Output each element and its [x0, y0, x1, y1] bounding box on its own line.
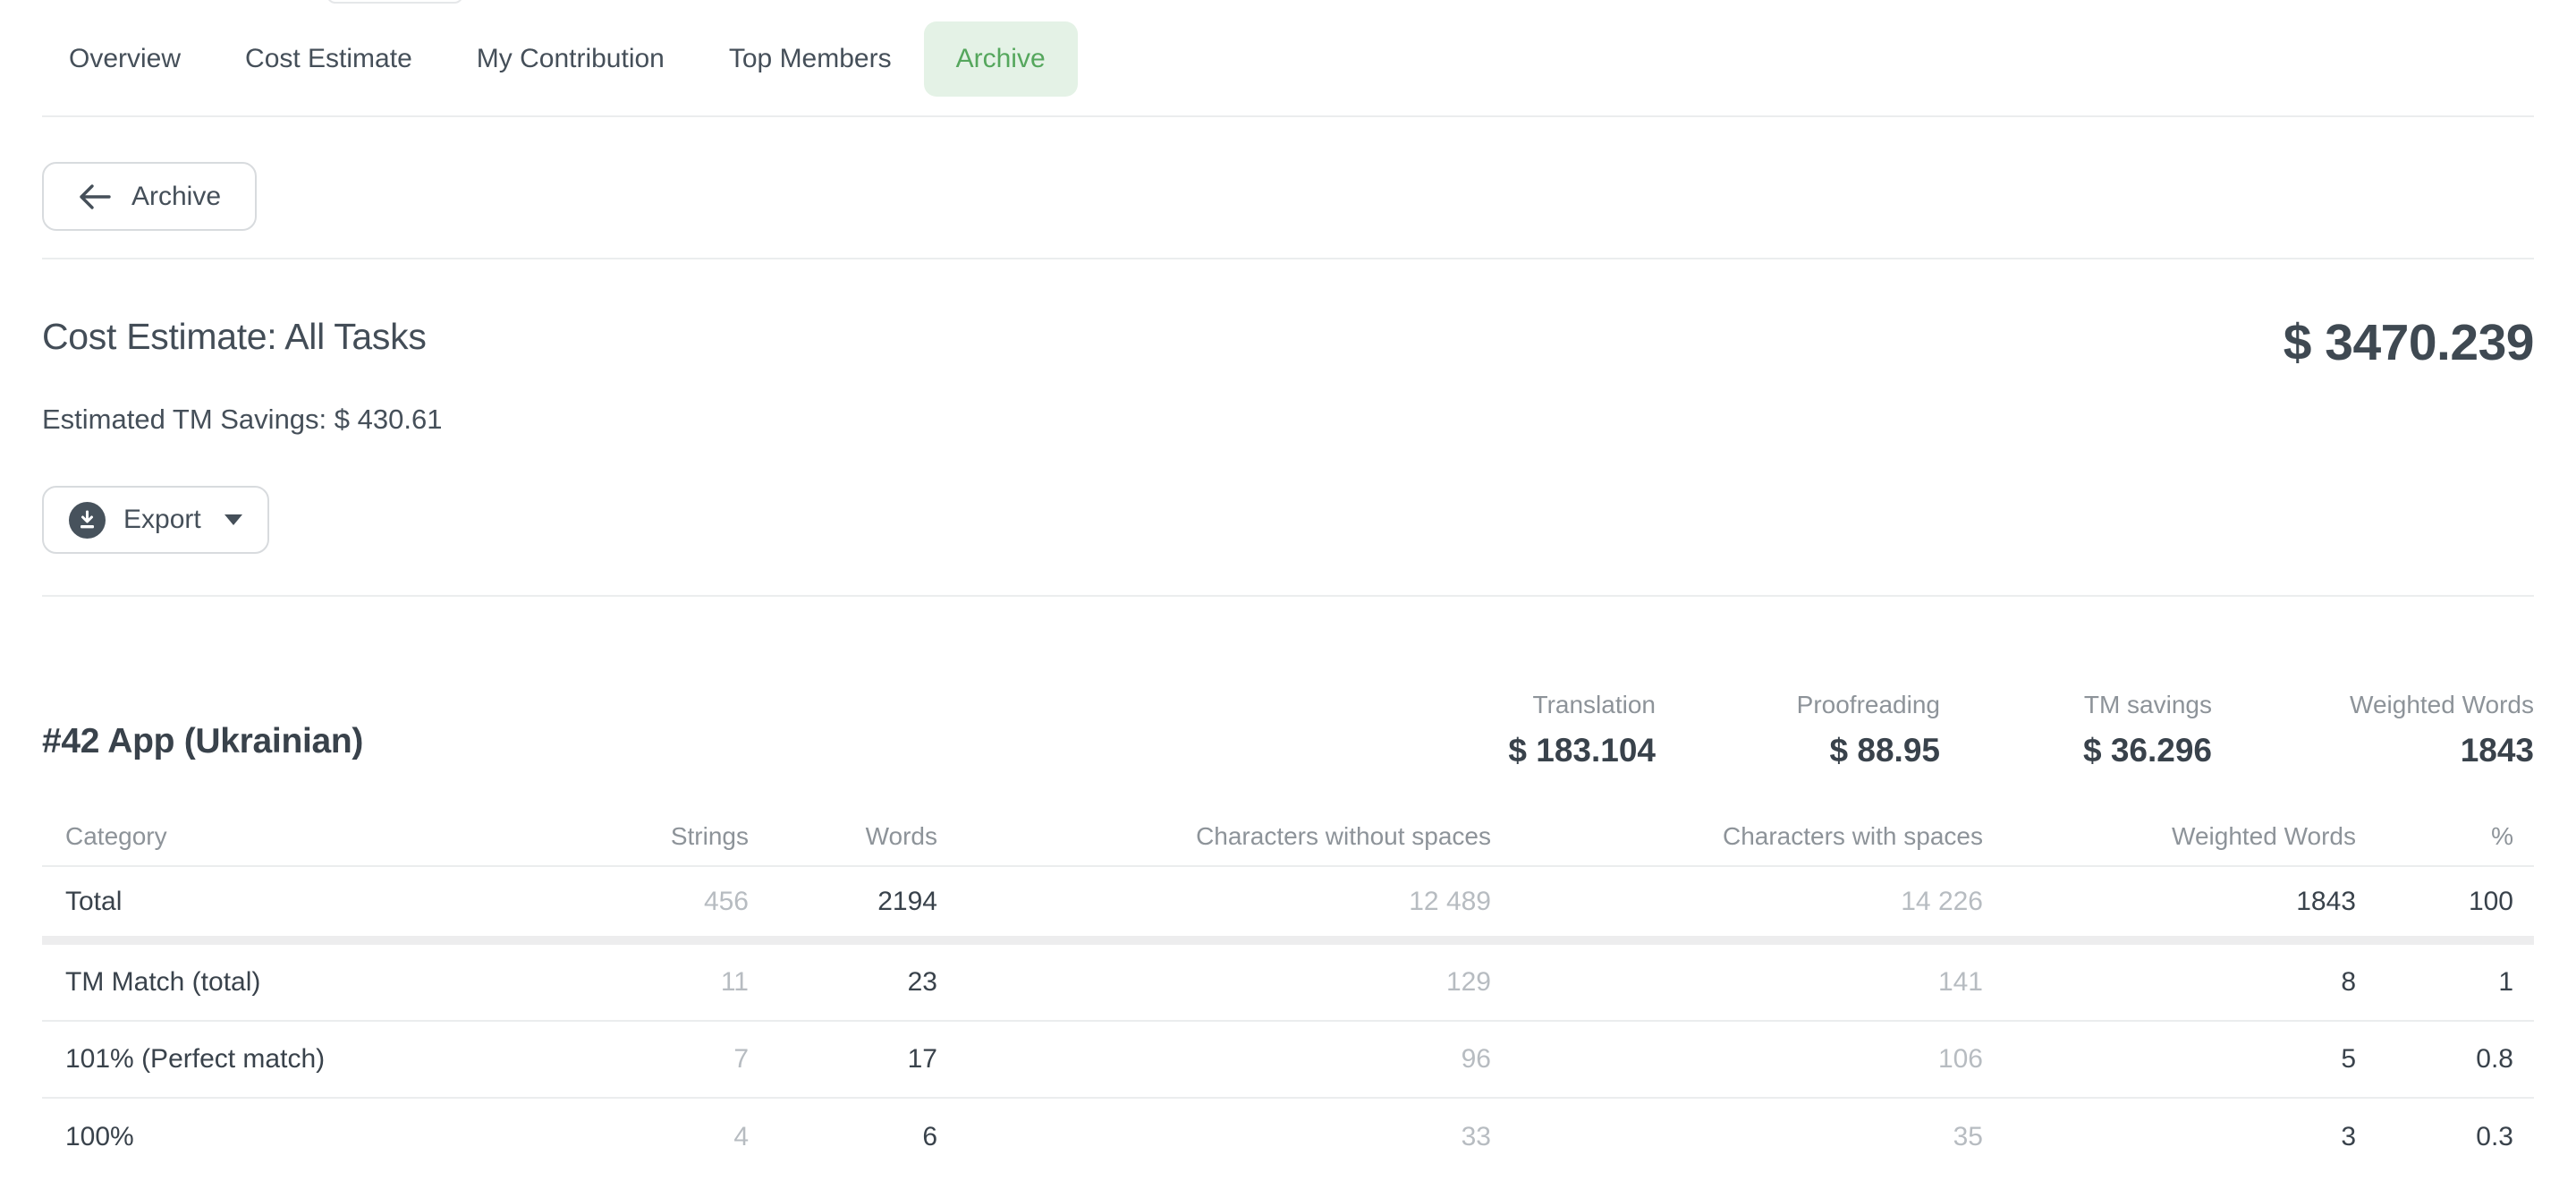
cell-weighted-words: 5 — [1983, 1044, 2356, 1075]
table-row: Total 456 2194 12 489 14 226 1843 100 — [42, 867, 2534, 945]
report-title: #42 App (Ukrainian) — [42, 722, 363, 761]
report-header: #42 App (Ukrainian) Translation $ 183.10… — [42, 690, 2534, 770]
cell-category: 100% — [65, 1122, 486, 1152]
cell-category: TM Match (total) — [65, 967, 486, 998]
column-header-words: Words — [749, 822, 937, 851]
stat-value: $ 36.296 — [1940, 731, 2212, 770]
export-row: Export — [42, 486, 2534, 595]
tab-archive[interactable]: Archive — [924, 21, 1078, 97]
column-header-percent: % — [2356, 822, 2513, 851]
page-content: Archive Cost Estimate: All Tasks $ 3470.… — [0, 117, 2576, 1176]
stat-label: Proofreading — [1656, 690, 1940, 720]
stat-translation: Translation $ 183.104 — [1369, 690, 1656, 770]
cell-weighted-words: 1843 — [1983, 887, 2356, 917]
report-stats: Translation $ 183.104 Proofreading $ 88.… — [1369, 690, 2534, 770]
cell-words: 17 — [749, 1044, 937, 1075]
column-header-chars-without-spaces: Characters without spaces — [937, 822, 1491, 851]
archive-back-label: Archive — [131, 182, 221, 212]
chevron-down-icon — [225, 514, 242, 525]
cell-chars-with-spaces: 35 — [1491, 1122, 1983, 1152]
cell-weighted-words: 8 — [1983, 967, 2356, 998]
cell-words: 2194 — [749, 887, 937, 917]
download-circle-icon — [69, 502, 106, 539]
cell-category: Total — [65, 887, 486, 917]
stat-value: $ 88.95 — [1656, 731, 1940, 770]
cell-chars-without-spaces: 33 — [937, 1122, 1491, 1152]
cell-chars-with-spaces: 106 — [1491, 1044, 1983, 1075]
cell-weighted-words: 3 — [1983, 1122, 2356, 1152]
stat-tm-savings: TM savings $ 36.296 — [1940, 690, 2212, 770]
cell-chars-without-spaces: 96 — [937, 1044, 1491, 1075]
summary-header: Cost Estimate: All Tasks $ 3470.239 — [42, 315, 2534, 369]
arrow-left-icon — [78, 183, 112, 210]
stat-weighted-words: Weighted Words 1843 — [2212, 690, 2534, 770]
cell-chars-with-spaces: 14 226 — [1491, 887, 1983, 917]
archive-back-button[interactable]: Archive — [42, 162, 257, 231]
stat-label: TM savings — [1940, 690, 2212, 720]
table-row: 100% 4 6 33 35 3 0.3 — [42, 1099, 2534, 1176]
export-button[interactable]: Export — [42, 486, 269, 554]
column-header-strings: Strings — [486, 822, 749, 851]
table-row: 101% (Perfect match) 7 17 96 106 5 0.8 — [42, 1022, 2534, 1099]
cell-strings: 4 — [486, 1122, 749, 1152]
cell-chars-with-spaces: 141 — [1491, 967, 1983, 998]
cell-chars-without-spaces: 12 489 — [937, 887, 1491, 917]
page-title: Cost Estimate: All Tasks — [42, 315, 427, 358]
table-header-row: Category Strings Words Characters withou… — [42, 808, 2534, 867]
cost-estimate-page: Overview Cost Estimate My Contribution T… — [0, 0, 2576, 1181]
tab-cost-estimate[interactable]: Cost Estimate — [213, 21, 445, 97]
stat-value: 1843 — [2212, 731, 2534, 770]
cell-chars-without-spaces: 129 — [937, 967, 1491, 998]
stat-label: Translation — [1369, 690, 1656, 720]
tm-savings-line: Estimated TM Savings: $ 430.61 — [42, 404, 2534, 436]
cell-percent: 100 — [2356, 887, 2513, 917]
export-label: Export — [123, 505, 201, 535]
cell-percent: 0.3 — [2356, 1122, 2513, 1152]
column-header-chars-with-spaces: Characters with spaces — [1491, 822, 1983, 851]
total-price: $ 3470.239 — [2284, 317, 2534, 369]
cell-percent: 1 — [2356, 967, 2513, 998]
tab-my-contribution[interactable]: My Contribution — [445, 21, 697, 97]
cost-table: Category Strings Words Characters withou… — [42, 808, 2534, 1176]
tab-overview[interactable]: Overview — [37, 21, 213, 97]
stat-label: Weighted Words — [2212, 690, 2534, 720]
column-header-category: Category — [65, 822, 486, 851]
cell-category: 101% (Perfect match) — [65, 1044, 486, 1075]
table-row: TM Match (total) 11 23 129 141 8 1 — [42, 945, 2534, 1022]
back-row: Archive — [42, 117, 2534, 258]
tab-bar: Overview Cost Estimate My Contribution T… — [0, 0, 2576, 117]
cell-percent: 0.8 — [2356, 1044, 2513, 1075]
tab-top-members[interactable]: Top Members — [697, 21, 924, 97]
stat-value: $ 183.104 — [1369, 731, 1656, 770]
divider — [42, 258, 2534, 259]
cell-strings: 456 — [486, 887, 749, 917]
cell-strings: 11 — [486, 967, 749, 998]
cell-words: 6 — [749, 1122, 937, 1152]
cell-strings: 7 — [486, 1044, 749, 1075]
divider — [42, 595, 2534, 597]
stat-proofreading: Proofreading $ 88.95 — [1656, 690, 1940, 770]
cell-words: 23 — [749, 967, 937, 998]
column-header-weighted-words: Weighted Words — [1983, 822, 2356, 851]
